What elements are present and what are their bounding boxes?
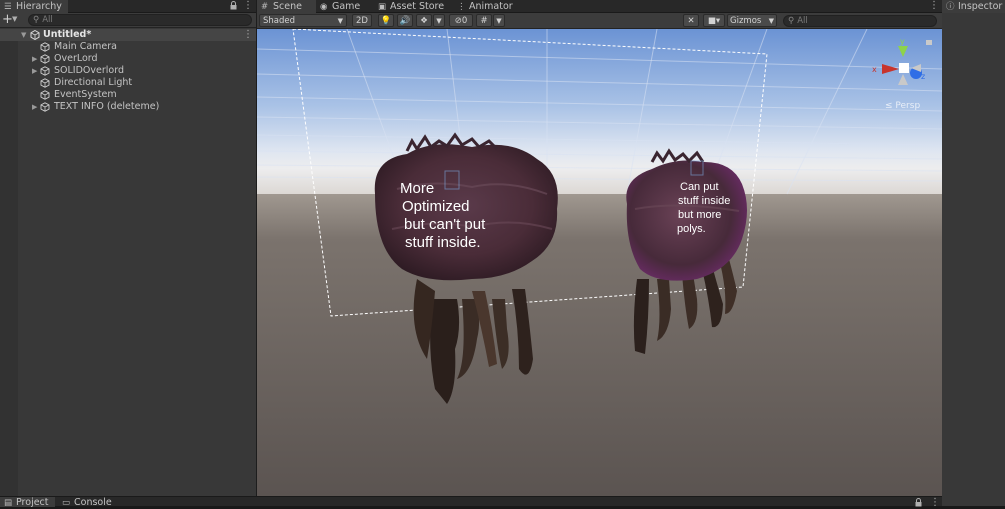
gameobject-cube-icon	[40, 102, 50, 112]
expand-arrow-icon[interactable]: ▶	[32, 101, 40, 113]
tools-icon: ✕	[687, 16, 695, 26]
tab-scene[interactable]: # Scene	[257, 0, 316, 13]
scene-search-input[interactable]: ⚲ All	[783, 15, 937, 27]
bottom-tabbar: ▤ Project ▭ Console ⋮	[0, 496, 942, 509]
speaker-icon: 🔊	[399, 16, 411, 26]
gizmo-x-label: x	[872, 65, 877, 74]
expand-arrow-icon[interactable]: ▼	[21, 29, 29, 41]
inspector-panel: ⓘ Inspector	[942, 0, 1005, 506]
scene-more-options-icon[interactable]: ⋮	[929, 0, 939, 12]
search-icon: ⚲	[788, 16, 795, 26]
overlay-right-line-2: stuff inside	[678, 195, 730, 207]
hierarchy-item-label: Directional Light	[54, 77, 133, 88]
scene-viewport[interactable]: More Optimized but can't put stuff insid…	[257, 29, 943, 496]
toggle-2d-button[interactable]: 2D	[352, 14, 372, 27]
effects-dropdown[interactable]: ▼	[433, 14, 445, 27]
tab-asset-store[interactable]: ▣ Asset Store	[374, 0, 450, 13]
grid-toggle[interactable]: #	[476, 14, 492, 27]
hierarchy-item[interactable]: ▶ OverLord	[0, 53, 256, 65]
scene-render[interactable]: More Optimized but can't put stuff insid…	[257, 29, 943, 496]
camera-icon: ■▾	[707, 16, 721, 26]
overlay-right-line-4: polys.	[677, 223, 706, 235]
hierarchy-item[interactable]: ▶ TEXT INFO (deleteme)	[0, 101, 256, 113]
gizmos-dropdown[interactable]: Gizmos ▼	[727, 14, 777, 27]
gizmo-center[interactable]	[899, 63, 909, 73]
audio-toggle[interactable]: 🔊	[397, 14, 413, 27]
overlay-left-line-4: stuff inside.	[405, 234, 481, 251]
shading-mode-dropdown[interactable]: Shaded ▼	[259, 14, 347, 27]
overlay-left-line-3: but can't put	[404, 216, 486, 233]
lightbulb-icon: 💡	[380, 16, 392, 26]
chevron-down-icon: ▼	[768, 17, 774, 25]
hierarchy-tabbar: ☰ Hierarchy ⋮	[0, 0, 256, 13]
effects-icon: ❖	[420, 16, 428, 26]
hierarchy-item-label: EventSystem	[54, 89, 117, 100]
scene-tabbar: # Scene ◉ Game ▣ Asset Store ⋮ Animator	[257, 0, 943, 13]
overlay-left-line-2: Optimized	[402, 198, 470, 215]
hierarchy-item[interactable]: ▶ SOLIDOverlord	[0, 65, 256, 77]
hierarchy-panel: ☰ Hierarchy ⋮ + ▼ ⚲ All ▼ Untitled* ⋮ Main…	[0, 0, 256, 496]
eye-slash-icon: ⊘	[454, 16, 462, 26]
lighting-toggle[interactable]: 💡	[378, 14, 394, 27]
gameobject-cube-icon	[40, 42, 50, 52]
gizmo-z-label: z	[921, 72, 925, 81]
hierarchy-item[interactable]: Directional Light	[0, 77, 256, 89]
hidden-objects-toggle[interactable]: ⊘0	[449, 14, 473, 27]
hierarchy-item-label: OverLord	[54, 53, 98, 64]
scene-root-row[interactable]: ▼ Untitled* ⋮	[0, 29, 256, 41]
search-icon: ⚲	[33, 15, 40, 25]
chevron-down-icon: ▼	[436, 17, 442, 25]
gizmo-y-label: y	[900, 37, 905, 46]
persp-text: Persp	[895, 101, 920, 111]
hierarchy-toolbar: + ▼ ⚲ All	[0, 13, 256, 28]
sky	[257, 29, 943, 199]
scene-options-icon[interactable]: ⋮	[243, 29, 253, 41]
lock-icon[interactable]	[230, 1, 237, 10]
unity-scene-icon	[30, 30, 40, 40]
gameobject-cube-icon	[40, 78, 50, 88]
chevron-down-icon: ▼	[337, 17, 343, 25]
gameobject-cube-icon	[40, 90, 50, 100]
folder-icon: ▤	[4, 498, 13, 508]
effects-toggle[interactable]: ❖	[416, 14, 432, 27]
console-icon: ▭	[62, 498, 71, 508]
more-options-icon[interactable]: ⋮	[243, 0, 253, 12]
chevron-down-icon[interactable]: ▼	[12, 15, 17, 23]
persp-label[interactable]: ≤ Persp	[885, 101, 920, 111]
tools-button[interactable]: ✕	[683, 14, 699, 27]
inspector-tabbar: ⓘ Inspector	[942, 0, 1005, 13]
gameobject-cube-icon	[40, 54, 50, 64]
grid-icon: #	[480, 16, 488, 26]
hierarchy-item-label: Main Camera	[54, 41, 117, 52]
more-options-icon[interactable]: ⋮	[930, 497, 940, 509]
hierarchy-tree: ▼ Untitled* ⋮ Main Camera ▶ OverLord ▶ SOLID…	[0, 29, 256, 496]
gizmo-lock-icon[interactable]	[926, 40, 932, 45]
chevron-down-icon: ▼	[496, 17, 502, 25]
hierarchy-item-label: TEXT INFO (deleteme)	[54, 101, 160, 112]
tab-game[interactable]: ◉ Game	[316, 0, 366, 13]
expand-arrow-icon[interactable]: ▶	[32, 65, 40, 77]
persp-icon: ≤	[885, 101, 895, 111]
info-icon: ⓘ	[946, 2, 955, 12]
hierarchy-item[interactable]: EventSystem	[0, 89, 256, 101]
overlay-right-line-3: but more	[678, 209, 721, 221]
hierarchy-search-input[interactable]: ⚲ All	[28, 14, 252, 26]
overlay-right-line-1: Can put	[680, 181, 719, 193]
scene-root-label: Untitled*	[43, 29, 92, 40]
hierarchy-item[interactable]: Main Camera	[0, 41, 256, 53]
tab-inspector[interactable]: ⓘ Inspector	[942, 0, 1005, 13]
grid-dropdown[interactable]: ▼	[493, 14, 505, 27]
scene-toolbar: Shaded ▼ 2D 💡 🔊 ❖ ▼ ⊘0 # ▼ ✕ ■▾ Gizmos ▼…	[257, 13, 943, 29]
camera-settings-button[interactable]: ■▾	[703, 14, 725, 27]
ground-plane	[257, 194, 943, 496]
overlay-left-line-1: More	[400, 180, 434, 197]
hierarchy-item-label: SOLIDOverlord	[54, 65, 124, 76]
scene-panel: # Scene ◉ Game ▣ Asset Store ⋮ Animator Shad…	[256, 0, 943, 496]
gameobject-cube-icon	[40, 66, 50, 76]
tab-animator[interactable]: ⋮ Animator	[453, 0, 519, 13]
expand-arrow-icon[interactable]: ▶	[32, 53, 40, 65]
